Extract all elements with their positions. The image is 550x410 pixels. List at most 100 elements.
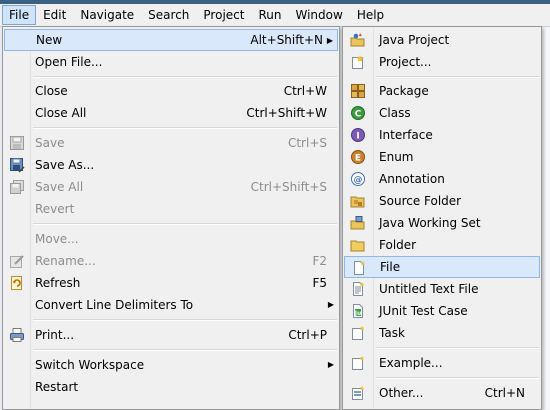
menu-item-label: Enum	[379, 150, 414, 164]
menu-item-refresh[interactable]: Refresh F5	[4, 272, 338, 294]
menu-item-accelerator: Ctrl+P	[288, 328, 327, 342]
submenu-item-annotation[interactable]: @ Annotation	[344, 168, 540, 190]
submenu-item-junit-test-case[interactable]: Ju JUnit Test Case	[344, 300, 540, 322]
menu-item-label: Save All	[35, 180, 84, 194]
menu-item-label: Revert	[35, 202, 75, 216]
menu-item-close[interactable]: Close Ctrl+W	[4, 80, 338, 102]
refresh-icon	[9, 275, 25, 291]
menu-search[interactable]: Search	[141, 5, 196, 25]
menu-item-restart[interactable]: Restart	[4, 376, 338, 398]
menu-item-convert-line-delimiters[interactable]: Convert Line Delimiters To ▶	[4, 294, 338, 316]
menu-item-accelerator: Ctrl+Shift+S	[250, 180, 327, 194]
menu-separator	[376, 377, 539, 379]
submenu-item-untitled-text-file[interactable]: Untitled Text File	[344, 278, 540, 300]
menu-item-revert[interactable]: Revert	[4, 198, 338, 220]
menu-item-label: Refresh	[35, 276, 81, 290]
menu-item-label: Example...	[379, 356, 443, 370]
svg-text:Ju: Ju	[354, 310, 362, 317]
menu-separator	[33, 127, 337, 129]
menu-item-close-all[interactable]: Close All Ctrl+Shift+W	[4, 102, 338, 124]
submenu-item-task[interactable]: Task	[344, 322, 540, 344]
save-all-icon	[9, 179, 25, 195]
menu-item-accelerator: Ctrl+Shift+W	[246, 106, 327, 120]
submenu-item-interface[interactable]: I Interface	[344, 124, 540, 146]
working-set-icon	[350, 215, 366, 231]
menu-item-label: Close	[35, 84, 68, 98]
menu-separator	[33, 76, 337, 78]
menu-item-label: Close All	[35, 106, 87, 120]
menu-item-label: Java Working Set	[379, 216, 481, 230]
annotation-icon: @	[350, 171, 366, 187]
submenu-item-java-working-set[interactable]: Java Working Set	[344, 212, 540, 234]
menu-item-label: File	[380, 260, 401, 274]
menu-help[interactable]: Help	[350, 5, 391, 25]
menu-separator	[33, 319, 337, 321]
menu-item-new[interactable]: New Alt+Shift+N ▶	[4, 29, 338, 51]
menu-item-print[interactable]: Print... Ctrl+P	[4, 324, 338, 346]
menu-item-label: Project...	[379, 55, 432, 69]
menu-item-label: Print...	[35, 328, 75, 342]
submenu-item-source-folder[interactable]: Source Folder	[344, 190, 540, 212]
submenu-item-project[interactable]: Project...	[344, 51, 540, 73]
printer-icon	[9, 327, 25, 343]
svg-text:I: I	[356, 132, 359, 142]
class-icon: C	[350, 105, 366, 121]
menu-item-accelerator: F2	[312, 254, 327, 268]
menu-item-accelerator: Ctrl+N	[484, 386, 525, 400]
menu-item-label: Restart	[35, 380, 79, 394]
menu-bar: File Edit Navigate Search Project Run Wi…	[0, 4, 550, 27]
menu-item-save[interactable]: Save Ctrl+S	[4, 132, 338, 154]
menu-item-switch-workspace[interactable]: Switch Workspace ▶	[4, 354, 338, 376]
menu-file[interactable]: File	[2, 5, 37, 25]
menu-item-label: Save As...	[35, 158, 95, 172]
submenu-item-file[interactable]: File	[344, 256, 540, 278]
menu-item-rename[interactable]: Rename... F2	[4, 250, 338, 272]
submenu-item-folder[interactable]: Folder	[344, 234, 540, 256]
submenu-item-class[interactable]: C Class	[344, 102, 540, 124]
menu-item-label: Move...	[35, 232, 79, 246]
submenu-item-other[interactable]: Other... Ctrl+N	[344, 382, 540, 404]
menu-item-label: Save	[35, 136, 65, 150]
menu-edit[interactable]: Edit	[36, 5, 73, 25]
menu-item-save-all[interactable]: Save All Ctrl+Shift+S	[4, 176, 338, 198]
file-icon	[351, 260, 367, 276]
submenu-arrow-icon: ▶	[326, 36, 333, 45]
menu-item-open-file[interactable]: Open File...	[4, 51, 338, 73]
submenu-item-example[interactable]: Example...	[344, 352, 540, 374]
submenu-item-java-project[interactable]: Java Project	[344, 29, 540, 51]
save-icon	[9, 135, 25, 151]
folder-icon	[350, 237, 366, 253]
rename-icon	[9, 253, 25, 269]
svg-text:E: E	[355, 154, 361, 164]
menu-project[interactable]: Project	[196, 5, 251, 25]
other-wizard-icon	[350, 385, 366, 401]
menu-item-label: Untitled Text File	[379, 282, 479, 296]
menu-window[interactable]: Window	[288, 5, 349, 25]
menu-item-label: Annotation	[379, 172, 445, 186]
submenu-arrow-icon: ▶	[327, 300, 334, 309]
menu-navigate[interactable]: Navigate	[73, 5, 141, 25]
project-icon	[350, 54, 366, 70]
menu-item-label: Package	[379, 84, 429, 98]
file-menu: New Alt+Shift+N ▶ Open File... Close Ctr…	[2, 26, 340, 410]
source-folder-icon	[350, 193, 366, 209]
package-icon	[350, 83, 366, 99]
menu-item-save-as[interactable]: Save As...	[4, 154, 338, 176]
task-icon	[350, 325, 366, 341]
new-submenu: Java Project Project... Package C Class …	[342, 26, 542, 410]
menu-item-label: Other...	[379, 386, 424, 400]
submenu-item-package[interactable]: Package	[344, 80, 540, 102]
menu-item-label: New	[36, 33, 63, 47]
java-project-icon	[350, 32, 366, 48]
enum-icon: E	[350, 149, 366, 165]
menu-item-label: Switch Workspace	[35, 358, 145, 372]
menu-item-label: Folder	[379, 238, 417, 252]
menu-run[interactable]: Run	[251, 5, 288, 25]
menu-item-accelerator: Ctrl+S	[287, 136, 327, 150]
menu-item-label: JUnit Test Case	[379, 304, 468, 318]
submenu-item-enum[interactable]: E Enum	[344, 146, 540, 168]
menu-item-move[interactable]: Move...	[4, 228, 338, 250]
menu-separator	[376, 76, 539, 78]
menu-item-label: Open File...	[35, 55, 103, 69]
junit-icon: Ju	[350, 303, 366, 319]
